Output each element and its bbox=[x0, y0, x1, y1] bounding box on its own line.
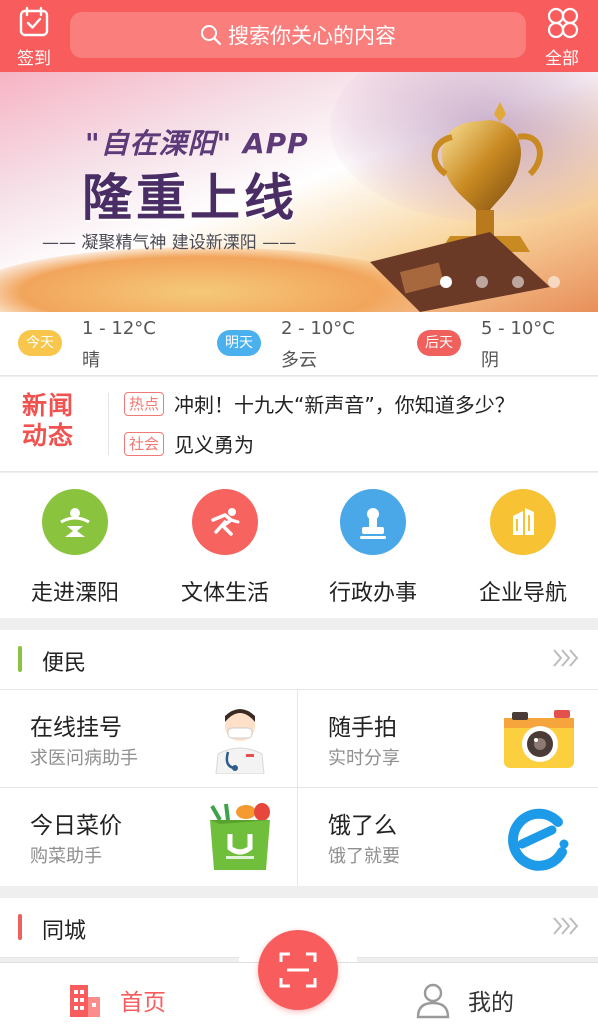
calendar-check-icon bbox=[19, 6, 49, 37]
quick-nav: 走进溧阳 文体生活 行政办事 企业导航 bbox=[0, 473, 598, 618]
news-logo: 新闻 动态 bbox=[22, 391, 86, 451]
news-headline: 见义勇为 bbox=[174, 433, 255, 457]
news-logo-line: 动态 bbox=[22, 421, 75, 450]
building-icon bbox=[490, 489, 556, 555]
weather-condition: 多云 bbox=[281, 350, 317, 371]
search-placeholder: 搜索你关心的内容 bbox=[228, 24, 396, 48]
quick-nav-item[interactable]: 行政办事 bbox=[298, 489, 448, 607]
weather-temp: 1 - 12°C bbox=[82, 318, 156, 339]
news-item[interactable]: 热点 冲刺！十九大“新声音”，你知道多少？ bbox=[124, 389, 515, 417]
user-icon bbox=[416, 983, 450, 1019]
camera-icon bbox=[504, 710, 574, 768]
tab-mine[interactable]: 我的 bbox=[414, 975, 514, 1025]
chevron-right-icon[interactable] bbox=[552, 646, 580, 670]
service-title: 在线挂号 bbox=[30, 715, 122, 741]
doctor-icon bbox=[215, 709, 265, 774]
section-title: 同城 bbox=[42, 919, 87, 944]
checkin-label: 签到 bbox=[17, 49, 51, 69]
section-title: 便民 bbox=[42, 651, 87, 676]
banner-dot[interactable] bbox=[440, 276, 452, 288]
quick-nav-item[interactable]: 走进溧阳 bbox=[0, 489, 150, 607]
section-header-convenience[interactable]: 便民 bbox=[0, 630, 598, 690]
divider bbox=[0, 787, 598, 788]
scan-button[interactable] bbox=[258, 930, 338, 1010]
news-tag: 社会 bbox=[124, 431, 165, 456]
checkin-button[interactable]: 签到 bbox=[2, 6, 66, 69]
search-input[interactable]: 搜索你关心的内容 bbox=[70, 12, 526, 58]
section-accent-bar bbox=[18, 646, 22, 672]
weather-temp: 5 - 10°C bbox=[481, 318, 555, 339]
eleme-icon bbox=[508, 808, 569, 871]
runner-icon bbox=[192, 489, 258, 555]
service-title: 今日菜价 bbox=[30, 813, 122, 839]
service-eleme[interactable]: 饿了么 饿了就要 bbox=[298, 788, 596, 885]
tab-mine-label: 我的 bbox=[468, 990, 514, 1016]
search-icon bbox=[201, 25, 222, 46]
grid-menu-icon bbox=[547, 7, 579, 39]
banner-pagination[interactable] bbox=[440, 276, 560, 288]
service-subtitle: 求医问病助手 bbox=[30, 748, 138, 769]
service-title: 饿了么 bbox=[328, 813, 397, 839]
weather-strip[interactable]: 今天 1 - 12°C 晴 明天 2 - 10°C 多云 后天 5 - 10°C… bbox=[0, 312, 598, 376]
building-home-icon bbox=[70, 985, 100, 1017]
banner-app-line: "自在溧阳" APP bbox=[85, 127, 309, 160]
weather-condition: 阴 bbox=[481, 350, 499, 371]
tab-home-label: 首页 bbox=[120, 990, 166, 1016]
service-snapshot[interactable]: 随手拍 实时分享 bbox=[298, 690, 596, 787]
section-accent-bar bbox=[18, 914, 22, 940]
quick-nav-label: 行政办事 bbox=[328, 581, 417, 606]
news-headline: 冲刺！十九大“新声音”，你知道多少？ bbox=[174, 393, 515, 417]
stamp-icon bbox=[340, 489, 406, 555]
weather-condition: 晴 bbox=[82, 350, 100, 371]
grocery-bag-icon bbox=[210, 803, 270, 870]
weather-day-badge: 明天 bbox=[217, 330, 261, 356]
weather-temp: 2 - 10°C bbox=[281, 318, 355, 339]
service-subtitle: 实时分享 bbox=[328, 748, 400, 769]
tab-home[interactable]: 首页 bbox=[66, 975, 166, 1025]
service-online-registration[interactable]: 在线挂号 求医问病助手 bbox=[0, 690, 298, 787]
banner-dot[interactable] bbox=[512, 276, 524, 288]
banner-dot[interactable] bbox=[476, 276, 488, 288]
landscape-icon bbox=[42, 489, 108, 555]
news-tag: 热点 bbox=[124, 391, 165, 416]
scan-icon bbox=[279, 952, 317, 988]
quick-nav-item[interactable]: 企业导航 bbox=[448, 489, 598, 607]
divider bbox=[297, 690, 298, 886]
weather-day-badge: 后天 bbox=[417, 330, 461, 356]
news-item[interactable]: 社会 见义勇为 bbox=[124, 429, 254, 457]
convenience-grid: 在线挂号 求医问病助手 随手拍 实时分享 今日菜价 购菜助手 饿了么 饿了就要 bbox=[0, 690, 598, 886]
quick-nav-label: 走进溧阳 bbox=[30, 581, 119, 606]
banner-dot[interactable] bbox=[548, 276, 560, 288]
promo-banner[interactable]: "自在溧阳" APP 隆重上线 —— 凝聚精气神 建设新溧阳 —— bbox=[0, 72, 598, 312]
news-logo-line: 新闻 bbox=[22, 391, 75, 420]
banner-title: 隆重上线 bbox=[82, 169, 298, 227]
weather-day-badge: 今天 bbox=[18, 330, 62, 356]
news-ticker: 新闻 动态 热点 冲刺！十九大“新声音”，你知道多少？ 社会 见义勇为 bbox=[0, 377, 598, 472]
quick-nav-label: 文体生活 bbox=[180, 581, 269, 606]
banner-slogan: —— 凝聚精气神 建设新溧阳 —— bbox=[42, 233, 297, 253]
service-subtitle: 购菜助手 bbox=[30, 846, 102, 867]
service-subtitle: 饿了就要 bbox=[328, 846, 400, 867]
all-categories-button[interactable]: 全部 bbox=[530, 6, 594, 69]
quick-nav-item[interactable]: 文体生活 bbox=[150, 489, 300, 607]
divider bbox=[108, 393, 109, 455]
quick-nav-label: 企业导航 bbox=[478, 581, 567, 606]
top-header: 签到 搜索你关心的内容 全部 bbox=[0, 0, 598, 72]
all-label: 全部 bbox=[545, 49, 579, 69]
service-title: 随手拍 bbox=[328, 715, 397, 741]
chevron-right-icon[interactable] bbox=[552, 914, 580, 938]
service-vegetable-prices[interactable]: 今日菜价 购菜助手 bbox=[0, 788, 298, 885]
